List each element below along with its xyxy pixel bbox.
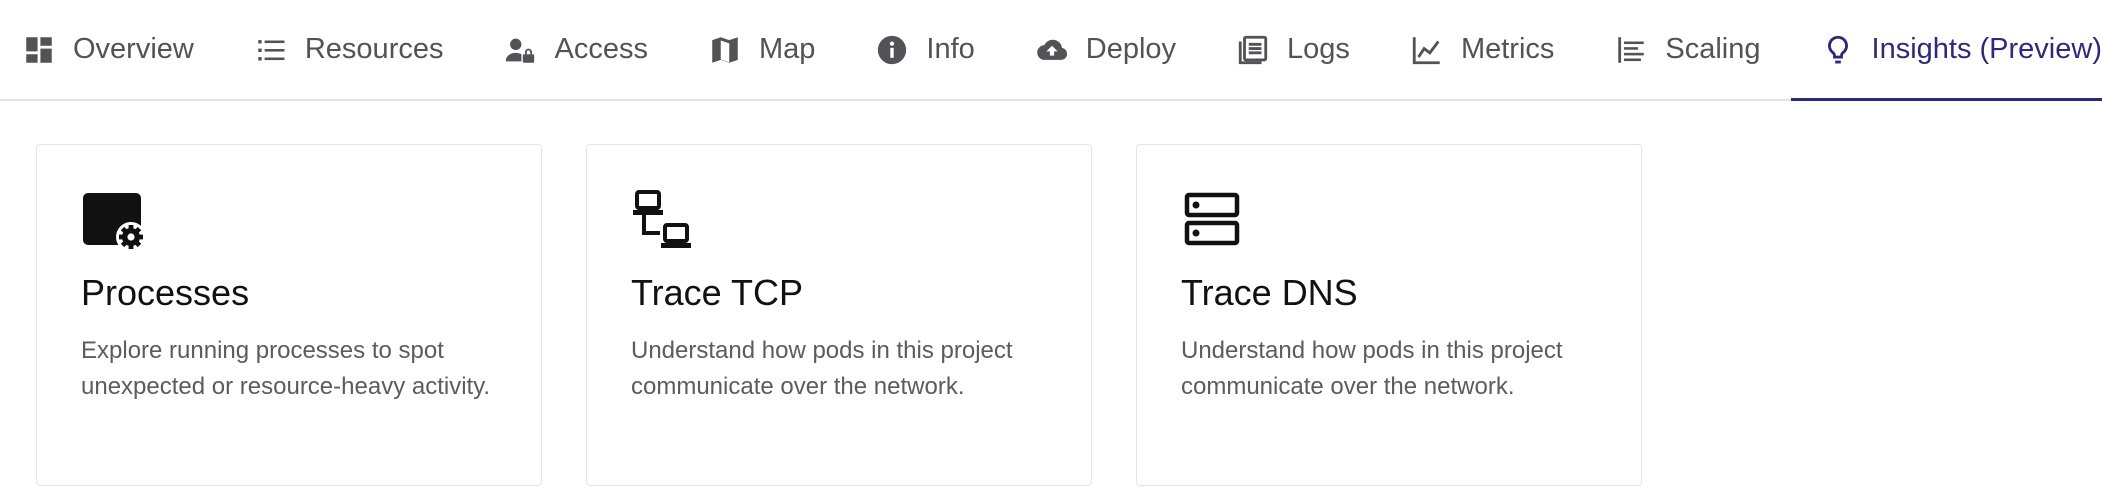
tab-label: Metrics <box>1460 33 1555 65</box>
user-lock-icon <box>503 33 537 67</box>
tab-label: Scaling <box>1665 33 1761 65</box>
card-description: Explore running processes to spot unexpe… <box>81 337 491 400</box>
cloud-upload-icon <box>1035 33 1069 67</box>
tab-label: Access <box>554 33 648 65</box>
scaling-icon <box>1614 33 1648 67</box>
tab-label: Resources <box>304 33 444 65</box>
tab-bar: Overview Resources Access Map Info Deplo… <box>0 0 2102 101</box>
tab-label: Overview <box>73 33 194 65</box>
tab-scaling[interactable]: Scaling <box>1584 0 1790 99</box>
info-icon <box>875 33 909 67</box>
tab-label: Deploy <box>1085 33 1177 65</box>
tab-label: Map <box>758 33 816 65</box>
card-title: Trace TCP <box>631 272 804 313</box>
tab-metrics[interactable]: Metrics <box>1380 0 1584 99</box>
tab-resources[interactable]: Resources <box>224 0 474 99</box>
tab-label: Insights (Preview) <box>1871 33 2102 65</box>
card-trace-tcp[interactable]: Trace TCP Understand how pods in this pr… <box>586 144 1092 486</box>
tab-info[interactable]: Info <box>845 0 1004 99</box>
tab-overview[interactable]: Overview <box>0 0 224 99</box>
tab-label: Logs <box>1287 33 1350 65</box>
tab-insights[interactable]: Insights (Preview) <box>1790 0 2102 101</box>
lightbulb-icon <box>1821 33 1855 67</box>
dashboard-icon <box>22 33 56 67</box>
line-chart-icon <box>1410 33 1444 67</box>
tab-logs[interactable]: Logs <box>1206 0 1380 99</box>
insights-cards: Processes Explore running processes to s… <box>36 144 1642 486</box>
card-trace-dns[interactable]: Trace DNS Understand how pods in this pr… <box>1136 144 1642 486</box>
server-dns-icon <box>1181 189 1247 255</box>
window-gear-icon <box>81 189 147 255</box>
card-processes[interactable]: Processes Explore running processes to s… <box>36 144 542 486</box>
tab-deploy[interactable]: Deploy <box>1005 0 1206 99</box>
card-title: Processes <box>81 272 250 313</box>
network-computers-icon <box>631 189 697 255</box>
card-description: Understand how pods in this project comm… <box>1181 337 1563 400</box>
card-description: Understand how pods in this project comm… <box>631 337 1013 400</box>
card-title: Trace DNS <box>1181 272 1358 313</box>
logs-icon <box>1236 33 1270 67</box>
tab-label: Info <box>926 33 975 65</box>
map-icon <box>708 33 742 67</box>
tab-map[interactable]: Map <box>678 0 845 99</box>
list-icon <box>254 33 288 67</box>
tab-access[interactable]: Access <box>473 0 677 99</box>
